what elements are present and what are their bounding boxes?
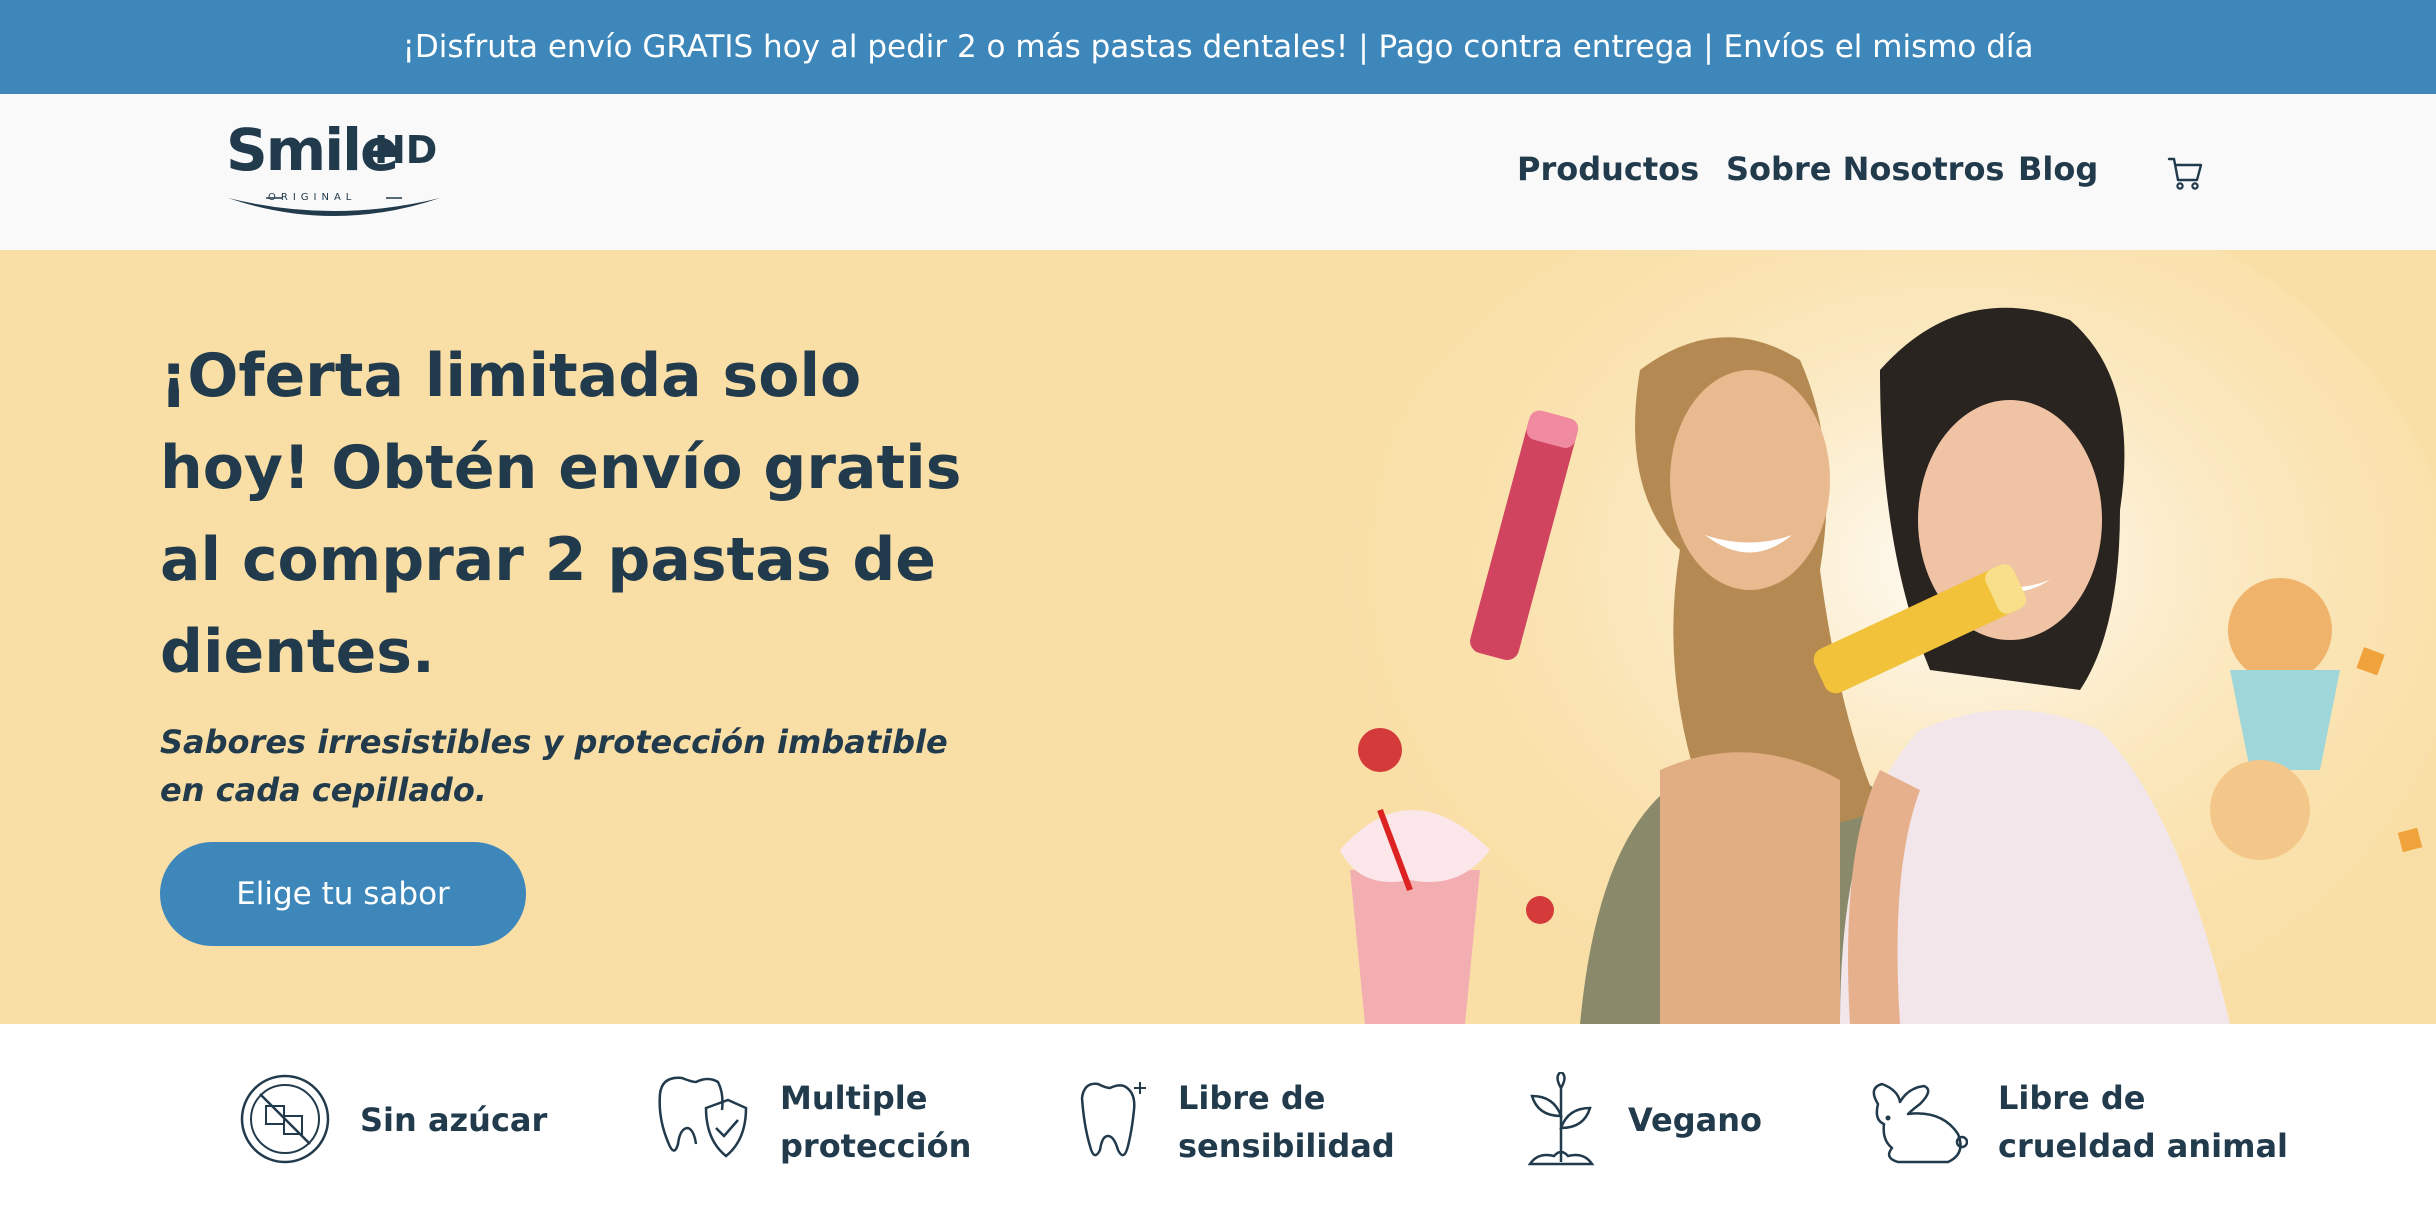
- sprout-icon: [1527, 1072, 1595, 1166]
- hero-banner: ¡Oferta limitada solo hoy! Obtén envío g…: [0, 250, 2436, 1024]
- nav-blog[interactable]: Blog: [2018, 150, 2098, 188]
- announcement-bar: ¡Disfruta envío GRATIS hoy al pedir 2 o …: [0, 0, 2436, 94]
- feature-strip: Sin azúcar Multiple protección Libre de …: [0, 1024, 2436, 1218]
- tooth-sparkle-icon: [1080, 1082, 1146, 1157]
- feature-sin-azucar: Sin azúcar: [360, 1101, 548, 1139]
- nav-productos[interactable]: Productos: [1517, 150, 1699, 188]
- site-header: Smile HD ORIGINAL Productos Sobre Nosotr…: [0, 94, 2436, 250]
- nav-sobre-nosotros[interactable]: Sobre Nosotros: [1726, 150, 2004, 188]
- logo-swoosh-icon: [228, 197, 440, 216]
- hero-subline: Sabores irresistibles y protección imbat…: [160, 723, 948, 809]
- tooth-shield-icon: [658, 1076, 748, 1158]
- rabbit-icon: [1872, 1082, 1968, 1164]
- choose-flavor-button[interactable]: Elige tu sabor: [160, 842, 526, 946]
- feature-libre-de-crueldad-animal: Libre de crueldad animal: [1998, 1079, 2288, 1165]
- logo-word: Smile: [226, 116, 399, 184]
- hero-headline: ¡Oferta limitada solo hoy! Obtén envío g…: [160, 341, 962, 687]
- logo-suffix: HD: [374, 128, 438, 172]
- feature-libre-de-sensibilidad: Libre de sensibilidad: [1178, 1079, 1395, 1165]
- shopping-cart-icon[interactable]: [2166, 154, 2204, 192]
- smilehd-logo[interactable]: Smile HD ORIGINAL: [224, 116, 444, 226]
- announcement-text: ¡Disfruta envío GRATIS hoy al pedir 2 o …: [402, 29, 2034, 65]
- choose-flavor-label: Elige tu sabor: [236, 876, 450, 912]
- no-sugar-icon: [240, 1074, 330, 1164]
- feature-multiple-proteccion: Multiple protección: [780, 1079, 972, 1165]
- hero-photo: [1340, 250, 2436, 1024]
